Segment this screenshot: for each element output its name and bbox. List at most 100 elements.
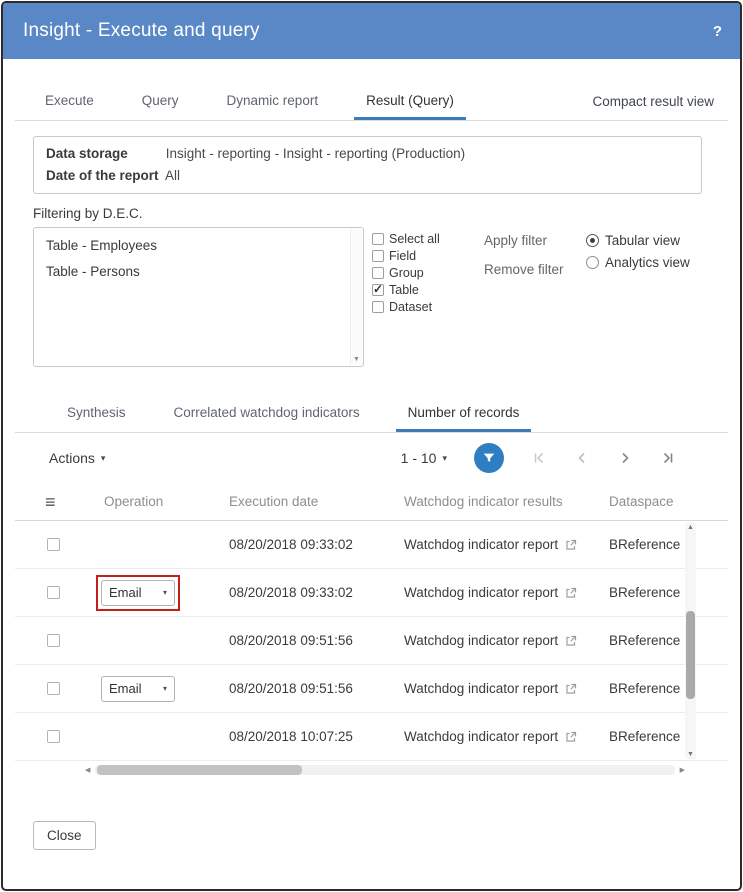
vertical-scroll-thumb[interactable]: [686, 611, 695, 699]
dialog-footer: Close: [33, 821, 728, 850]
checkbox-icon: [372, 267, 384, 279]
external-link-icon[interactable]: [565, 731, 577, 743]
row-checkbox[interactable]: [47, 586, 60, 599]
pagination-range-label: 1 - 10: [401, 450, 437, 466]
summary-label-report-date: Date of the report: [46, 165, 162, 187]
result-toolbar: Actions ▾ 1 - 10 ▾: [15, 433, 728, 483]
insight-dialog: Insight - Execute and query ? Execute Qu…: [1, 1, 742, 891]
tab-number-of-records[interactable]: Number of records: [396, 397, 532, 432]
checkbox-field[interactable]: Field: [372, 247, 468, 264]
table-row: Email ▾ 08/20/2018 09:51:56 Watchdog ind…: [15, 665, 728, 713]
watchdog-report-link[interactable]: Watchdog indicator report: [404, 537, 558, 552]
watchdog-report-link[interactable]: Watchdog indicator report: [404, 729, 558, 744]
watchdog-report-link[interactable]: Watchdog indicator report: [404, 633, 558, 648]
operation-select[interactable]: Email ▾: [101, 580, 175, 606]
filter-actions: Apply filter Remove filter: [484, 227, 572, 277]
row-checkbox[interactable]: [47, 730, 60, 743]
watchdog-cell: Watchdog indicator report: [390, 537, 595, 552]
external-link-icon[interactable]: [565, 683, 577, 695]
table-row: 08/20/2018 10:07:25 Watchdog indicator r…: [15, 713, 728, 761]
radio-label: Tabular view: [605, 233, 680, 248]
scroll-down-icon[interactable]: ▼: [353, 356, 360, 363]
caret-down-icon: ▾: [163, 684, 167, 693]
watchdog-report-link[interactable]: Watchdog indicator report: [404, 585, 558, 600]
scroll-right-icon[interactable]: ▶: [680, 766, 685, 774]
watchdog-cell: Watchdog indicator report: [390, 633, 595, 648]
external-link-icon[interactable]: [565, 587, 577, 599]
horizontal-scroll-thumb[interactable]: [97, 765, 302, 775]
listbox-scrollbar[interactable]: ▼: [350, 229, 362, 365]
apply-filter-link[interactable]: Apply filter: [484, 233, 572, 248]
scroll-down-icon[interactable]: ▼: [687, 751, 694, 758]
filtering-title: Filtering by D.E.C.: [33, 206, 728, 221]
scroll-up-icon[interactable]: ▲: [687, 524, 694, 531]
column-header-dataspace[interactable]: Dataspace: [595, 494, 685, 509]
funnel-icon: [482, 451, 496, 465]
tab-execute[interactable]: Execute: [33, 85, 106, 120]
watchdog-cell: Watchdog indicator report: [390, 729, 595, 744]
checkbox-label: Select all: [389, 232, 440, 246]
row-checkbox[interactable]: [47, 634, 60, 647]
watchdog-report-link[interactable]: Watchdog indicator report: [404, 681, 558, 696]
checkbox-dataset[interactable]: Dataset: [372, 298, 468, 315]
radio-tabular-view[interactable]: Tabular view: [586, 229, 690, 251]
execution-date: 08/20/2018 09:33:02: [215, 537, 390, 552]
column-header-execution-date[interactable]: Execution date: [215, 494, 390, 509]
filter-button[interactable]: [474, 443, 504, 473]
column-header-watchdog-results[interactable]: Watchdog indicator results: [390, 494, 595, 509]
actions-menu-button[interactable]: Actions ▾: [49, 450, 105, 466]
dec-filter-listbox: Table - Employees Table - Persons ▼: [33, 227, 364, 367]
dataspace-value: BReference: [595, 681, 685, 696]
dialog-title: Insight - Execute and query: [23, 20, 260, 42]
checkbox-label: Field: [389, 249, 416, 263]
operation-cell: Email ▾: [90, 575, 215, 611]
tab-synthesis[interactable]: Synthesis: [55, 397, 138, 432]
external-link-icon[interactable]: [565, 539, 577, 551]
compact-result-view-link[interactable]: Compact result view: [578, 86, 728, 120]
row-checkbox[interactable]: [47, 682, 60, 695]
external-link-icon[interactable]: [565, 635, 577, 647]
checkbox-label: Table: [389, 283, 419, 297]
result-tabstrip: Synthesis Correlated watchdog indicators…: [15, 397, 728, 433]
radio-icon: [586, 256, 599, 269]
tab-dynamic-report[interactable]: Dynamic report: [215, 85, 331, 120]
view-options: Tabular view Analytics view: [586, 227, 690, 273]
radio-analytics-view[interactable]: Analytics view: [586, 251, 690, 273]
execution-date: 08/20/2018 09:51:56: [215, 681, 390, 696]
pagination-range-select[interactable]: 1 - 10 ▾: [401, 450, 447, 466]
table-menu-icon[interactable]: ≡: [45, 492, 56, 512]
row-checkbox[interactable]: [47, 538, 60, 551]
tab-result-query[interactable]: Result (Query): [354, 85, 466, 120]
table-row: Email ▾ 08/20/2018 09:33:02 Watchdog ind…: [15, 569, 728, 617]
dataspace-value: BReference: [595, 585, 685, 600]
table-horizontal-scrollbar[interactable]: ◀ ▶: [85, 764, 685, 777]
close-button[interactable]: Close: [33, 821, 96, 850]
operation-select[interactable]: Email ▾: [101, 676, 175, 702]
summary-value-data-storage: Insight - reporting - Insight - reportin…: [166, 146, 465, 161]
column-header-operation[interactable]: Operation: [90, 494, 215, 509]
checkbox-table[interactable]: Table: [372, 281, 468, 298]
listbox-item-persons[interactable]: Table - Persons: [46, 264, 351, 279]
table-row: 08/20/2018 09:33:02 Watchdog indicator r…: [15, 521, 728, 569]
operation-cell: Email ▾: [90, 676, 215, 702]
checkbox-group[interactable]: Group: [372, 264, 468, 281]
listbox-item-employees[interactable]: Table - Employees: [46, 238, 351, 253]
tab-correlated-watchdog-indicators[interactable]: Correlated watchdog indicators: [162, 397, 372, 432]
main-tabstrip: Execute Query Dynamic report Result (Que…: [15, 85, 728, 121]
table-row: 08/20/2018 09:51:56 Watchdog indicator r…: [15, 617, 728, 665]
previous-page-icon[interactable]: [574, 450, 590, 466]
help-icon[interactable]: ?: [713, 23, 722, 40]
summary-label-data-storage: Data storage: [46, 143, 162, 165]
first-page-icon[interactable]: [531, 450, 547, 466]
tab-query[interactable]: Query: [130, 85, 191, 120]
checkbox-select-all[interactable]: Select all: [372, 230, 468, 247]
last-page-icon[interactable]: [660, 450, 676, 466]
next-page-icon[interactable]: [617, 450, 633, 466]
scroll-left-icon[interactable]: ◀: [85, 766, 90, 774]
table-vertical-scrollbar[interactable]: ▲ ▼: [685, 523, 696, 759]
operation-value: Email: [109, 681, 142, 696]
checkbox-icon: [372, 301, 384, 313]
remove-filter-link[interactable]: Remove filter: [484, 262, 572, 277]
dataspace-value: BReference: [595, 729, 685, 744]
summary-row: Data storage Insight - reporting - Insig…: [46, 143, 689, 165]
